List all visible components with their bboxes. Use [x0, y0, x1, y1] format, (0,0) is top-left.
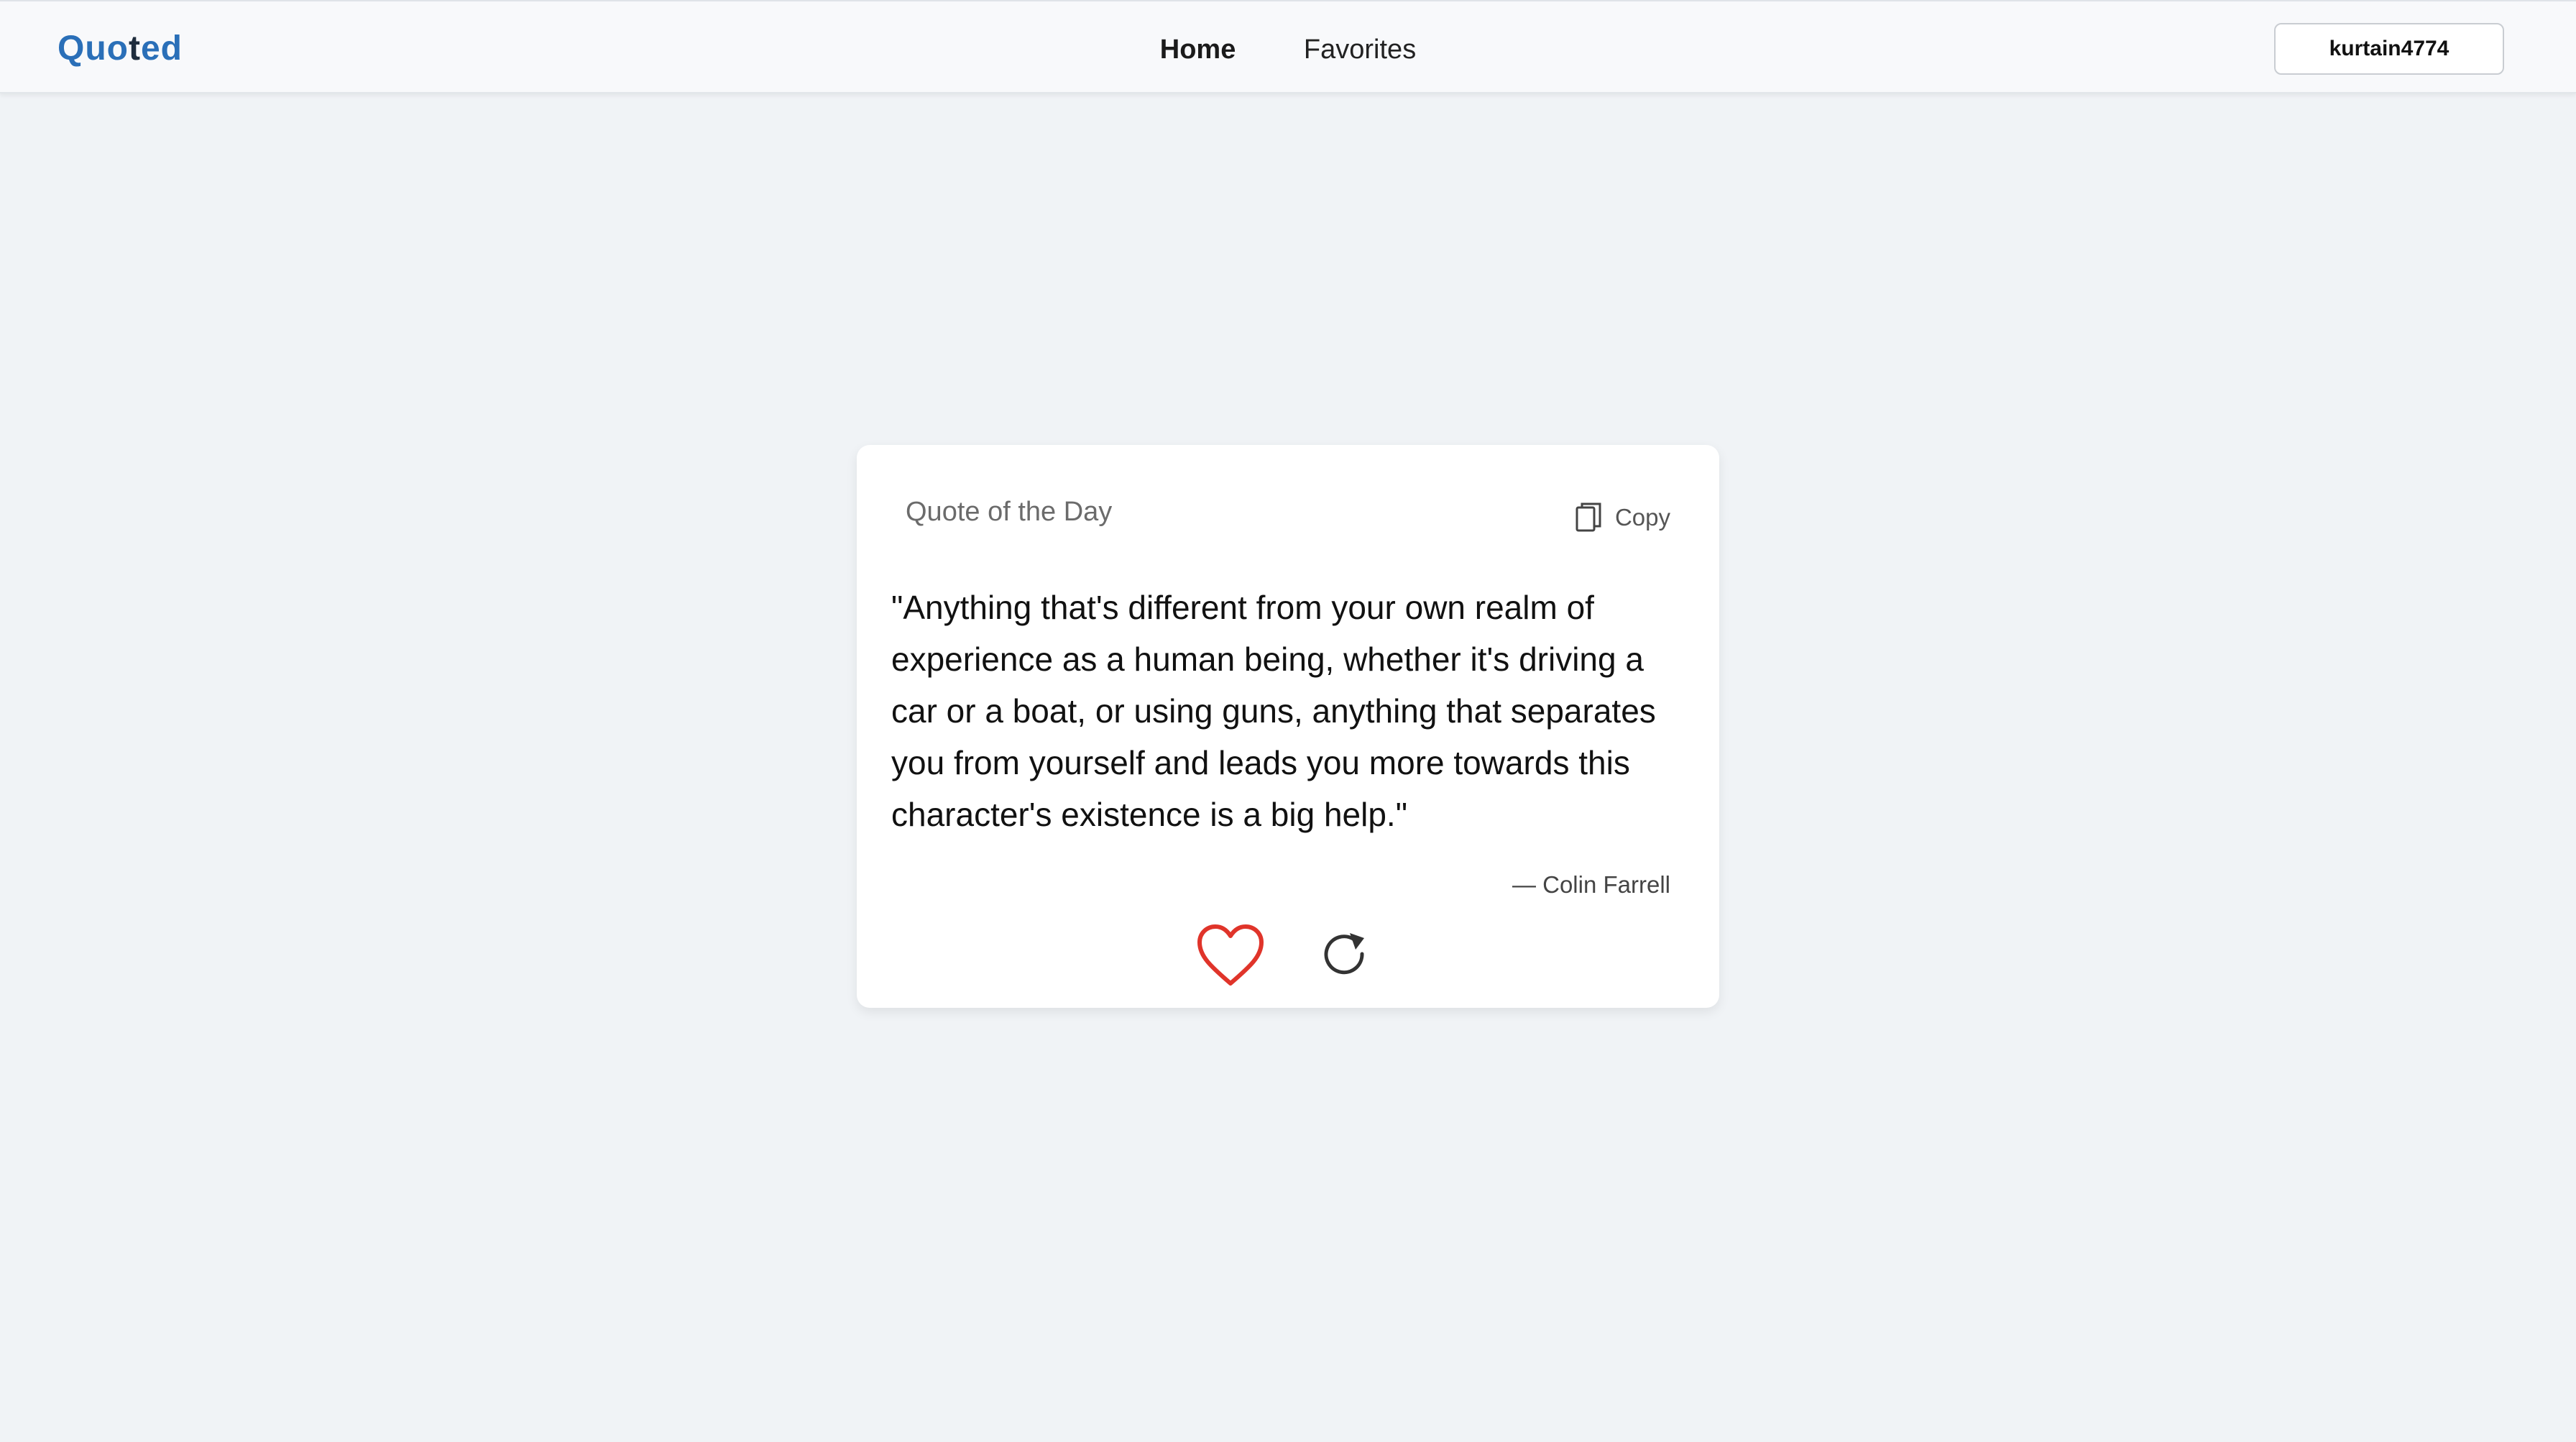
heart-outline-icon — [1197, 924, 1264, 986]
quote-text: "Anything that's different from your own… — [891, 589, 1656, 833]
card-title: Quote of the Day — [906, 497, 1113, 527]
refresh-icon — [1324, 933, 1364, 975]
quote-card: Quote of the Day Copy "Anything that's d… — [857, 445, 1719, 1008]
user-menu-button[interactable]: kurtain4774 — [2274, 23, 2504, 75]
nav-home[interactable]: Home — [1160, 32, 1236, 68]
copy-icon — [1576, 502, 1601, 532]
nav-favorites[interactable]: Favorites — [1304, 32, 1416, 68]
refresh-button[interactable] — [1310, 919, 1381, 991]
quote-actions — [857, 919, 1719, 991]
quote-author: — Colin Farrell — [1512, 871, 1670, 898]
copy-button[interactable]: Copy — [1575, 501, 1670, 534]
favorite-button[interactable] — [1195, 919, 1266, 991]
top-navbar: Quoted Home Favorites kurtain4774 — [0, 0, 2576, 93]
nav-links: Home Favorites — [0, 32, 2576, 68]
copy-label: Copy — [1614, 504, 1670, 531]
